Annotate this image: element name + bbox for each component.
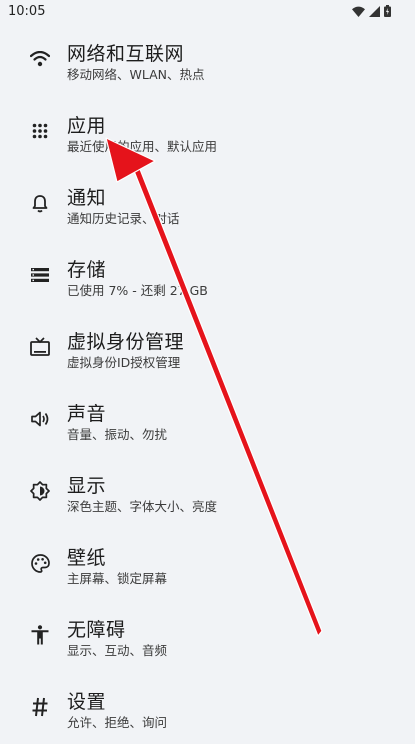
cell-signal-icon (369, 5, 380, 17)
settings-item-permissions[interactable]: 设置 允许、拒绝、询问 (0, 672, 415, 744)
settings-item-wallpaper[interactable]: 壁纸 主屏幕、锁定屏幕 (0, 528, 415, 600)
status-bar: 10:05 (0, 0, 415, 24)
settings-item-title: 设置 (67, 691, 107, 713)
tv-icon (29, 336, 51, 358)
settings-item-subtitle: 已使用 7% - 还剩 27 GB (67, 283, 208, 298)
settings-item-storage[interactable]: 存储 已使用 7% - 还剩 27 GB (0, 240, 415, 312)
settings-list: 网络和互联网 移动网络、WLAN、热点 应用 最近使用的应用、默认应用 通知 通… (0, 24, 415, 744)
status-icons (352, 5, 391, 17)
accessibility-icon (29, 624, 51, 646)
settings-item-title: 存储 (67, 259, 107, 281)
palette-icon (29, 552, 51, 574)
settings-item-sound[interactable]: 声音 音量、振动、勿扰 (0, 384, 415, 456)
settings-item-title: 虚拟身份管理 (67, 331, 185, 353)
apps-grid-icon (29, 120, 51, 142)
settings-item-subtitle: 音量、振动、勿扰 (67, 427, 168, 442)
hash-icon (29, 696, 51, 718)
settings-item-subtitle: 移动网络、WLAN、热点 (67, 67, 205, 82)
status-time: 10:05 (8, 4, 46, 19)
settings-item-subtitle: 显示、互动、音频 (67, 643, 168, 658)
settings-item-apps[interactable]: 应用 最近使用的应用、默认应用 (0, 96, 415, 168)
settings-item-title: 通知 (67, 187, 107, 209)
wifi-icon (29, 48, 51, 70)
volume-icon (29, 408, 51, 430)
settings-item-notifications[interactable]: 通知 通知历史记录、对话 (0, 168, 415, 240)
settings-item-title: 显示 (67, 475, 107, 497)
storage-icon (29, 264, 51, 286)
settings-item-subtitle: 虚拟身份ID授权管理 (67, 355, 181, 370)
settings-item-subtitle: 允许、拒绝、询问 (67, 715, 168, 730)
wifi-signal-icon (352, 6, 365, 17)
settings-item-subtitle: 通知历史记录、对话 (67, 211, 180, 226)
battery-icon (384, 5, 391, 17)
settings-item-title: 壁纸 (67, 547, 107, 569)
settings-item-title: 声音 (67, 403, 107, 425)
settings-item-title: 网络和互联网 (67, 43, 185, 65)
settings-item-subtitle: 深色主题、字体大小、亮度 (67, 499, 218, 514)
brightness-icon (29, 480, 51, 502)
settings-item-display[interactable]: 显示 深色主题、字体大小、亮度 (0, 456, 415, 528)
settings-item-subtitle: 主屏幕、锁定屏幕 (67, 571, 168, 586)
settings-item-subtitle: 最近使用的应用、默认应用 (67, 139, 218, 154)
bell-icon (29, 192, 51, 214)
settings-item-accessibility[interactable]: 无障碍 显示、互动、音频 (0, 600, 415, 672)
settings-item-title: 无障碍 (67, 619, 126, 641)
settings-item-title: 应用 (67, 115, 107, 137)
settings-item-virtual-identity[interactable]: 虚拟身份管理 虚拟身份ID授权管理 (0, 312, 415, 384)
settings-item-network[interactable]: 网络和互联网 移动网络、WLAN、热点 (0, 24, 415, 96)
